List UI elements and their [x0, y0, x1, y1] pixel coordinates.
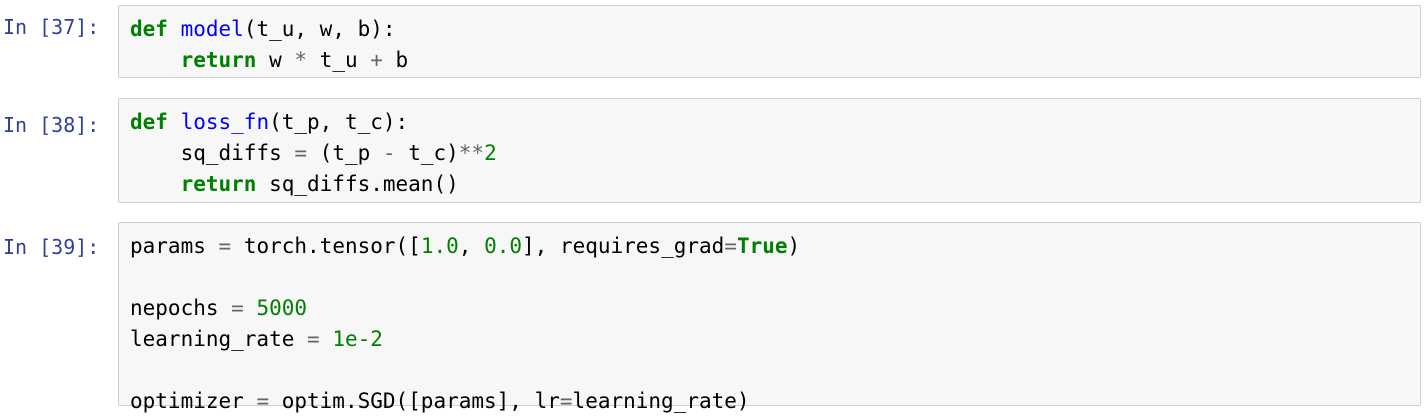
operator: ** [458, 141, 485, 165]
code-text: (t_p, t_c): [269, 110, 409, 134]
code-editor[interactable]: params = torch.tensor([1.0, 0.0], requir… [130, 231, 800, 417]
code-editor[interactable]: def model(t_u, w, b): return w * t_u + b [130, 14, 408, 76]
code-text: (t_u, w, b): [243, 17, 396, 41]
operator: = [231, 296, 244, 320]
cell-input-37[interactable]: def model(t_u, w, b): return w * t_u + b [118, 5, 1421, 78]
keyword: return [180, 48, 257, 72]
function-name: model [180, 17, 244, 41]
code-text: sq_diffs [130, 141, 295, 165]
operator: = [294, 141, 308, 165]
code-text: learning_rate) [572, 389, 750, 413]
code-text: params [130, 234, 219, 258]
number-literal: 1e-2 [332, 327, 383, 351]
code-text: torch.tensor([ [231, 234, 421, 258]
code-text: learning_rate [130, 327, 308, 351]
code-text: b [382, 48, 409, 72]
code-editor[interactable]: def loss_fn(t_p, t_c): sq_diffs = (t_p -… [130, 107, 497, 200]
keyword: return [180, 172, 257, 196]
cell-input-39[interactable]: params = torch.tensor([1.0, 0.0], requir… [118, 222, 1421, 413]
operator: - [382, 141, 396, 165]
cell-prompt: In [38]: [3, 113, 100, 137]
operator: = [256, 389, 270, 413]
keyword: def [130, 17, 168, 41]
number-literal: 2 [484, 141, 497, 165]
code-text: t_u [307, 48, 371, 72]
cell-input-38[interactable]: def loss_fn(t_p, t_c): sq_diffs = (t_p -… [118, 98, 1421, 203]
operator: = [559, 389, 573, 413]
number-literal: 1.0 [420, 234, 459, 258]
keyword-constant: True [736, 234, 788, 258]
number-literal: 5000 [256, 296, 308, 320]
operator: * [294, 48, 308, 72]
code-text: optim.SGD([params], lr [269, 389, 560, 413]
cell-prompt: In [37]: [3, 15, 100, 39]
number-literal: 0.0 [484, 234, 522, 258]
cell-prompt: In [39]: [3, 235, 100, 259]
function-name: loss_fn [180, 110, 270, 134]
code-text: nepochs [130, 296, 232, 320]
code-text: w [256, 48, 295, 72]
code-text: ], requires_grad [522, 234, 725, 258]
code-text: optimizer [130, 389, 257, 413]
code-text: ) [787, 234, 801, 258]
code-text: , [458, 234, 485, 258]
code-text: (t_p [307, 141, 383, 165]
operator: = [218, 234, 232, 258]
operator: + [370, 48, 383, 72]
code-text: sq_diffs.mean() [256, 172, 459, 196]
operator: = [307, 327, 320, 351]
keyword: def [130, 110, 168, 134]
operator: = [724, 234, 737, 258]
code-text: t_c) [395, 141, 459, 165]
